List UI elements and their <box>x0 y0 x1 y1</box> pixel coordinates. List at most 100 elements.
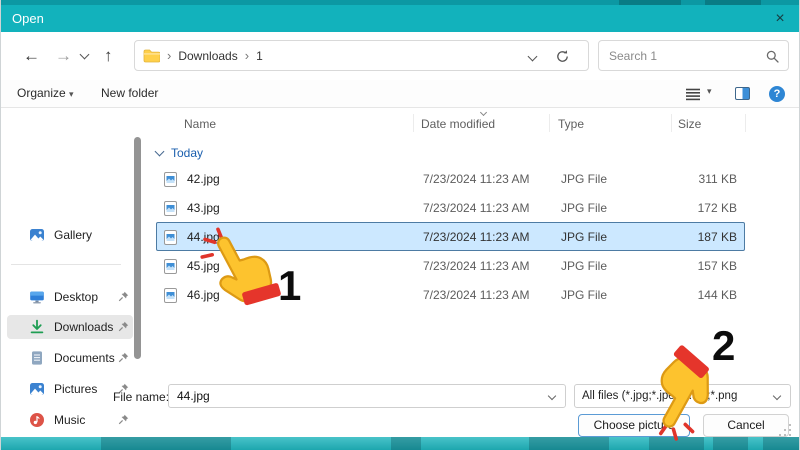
column-header-size[interactable]: Size <box>678 117 701 131</box>
file-type: JPG File <box>561 230 607 244</box>
downloads-icon <box>29 319 45 335</box>
sidebar-item-documents[interactable]: Documents <box>7 346 133 370</box>
file-name: 42.jpg <box>187 172 220 186</box>
column-divider <box>671 114 672 132</box>
up-icon[interactable]: ↑ <box>104 44 113 68</box>
sidebar-item-gallery[interactable]: Gallery <box>7 223 133 247</box>
step-2-label: 2 <box>712 322 735 370</box>
titlebar: Open × <box>1 5 800 32</box>
file-size: 172 KB <box>698 201 737 215</box>
sidebar-item-label: Gallery <box>54 228 92 242</box>
organize-button[interactable]: Organize ▾ <box>17 86 74 100</box>
search-box <box>598 40 789 71</box>
file-size: 157 KB <box>698 259 737 273</box>
file-type: JPG File <box>561 259 607 273</box>
background-window-segment <box>391 437 421 450</box>
file-size: 187 KB <box>698 230 737 244</box>
sidebar-item-label: Music <box>54 413 85 427</box>
pin-icon <box>118 291 129 302</box>
jpg-file-icon <box>164 172 177 190</box>
pin-icon <box>118 321 129 332</box>
breadcrumb-separator: › <box>167 48 171 63</box>
column-divider <box>745 114 746 132</box>
preview-pane-icon[interactable] <box>735 87 750 100</box>
file-date: 7/23/2024 11:23 AM <box>423 259 530 273</box>
file-date: 7/23/2024 11:23 AM <box>423 201 530 215</box>
background-window-segment <box>763 437 800 450</box>
help-icon[interactable]: ? <box>769 86 785 102</box>
file-size: 144 KB <box>698 288 737 302</box>
sidebar-item-label: Documents <box>54 351 115 365</box>
forward-icon[interactable]: → <box>55 44 72 68</box>
file-type: JPG File <box>561 201 607 215</box>
music-icon <box>29 412 45 428</box>
command-bar: Organize ▾ New folder ▾ ? <box>1 80 800 108</box>
file-date: 7/23/2024 11:23 AM <box>423 230 530 244</box>
documents-icon <box>29 350 45 366</box>
breadcrumb-downloads[interactable]: Downloads <box>178 49 237 63</box>
sidebar-item-label: Desktop <box>54 290 98 304</box>
column-divider <box>549 114 550 132</box>
file-date: 7/23/2024 11:23 AM <box>423 288 530 302</box>
sidebar-item-downloads[interactable]: Downloads <box>7 315 133 339</box>
column-header-type[interactable]: Type <box>558 117 584 131</box>
view-list-icon[interactable] <box>685 88 701 101</box>
jpg-file-icon <box>164 201 177 219</box>
group-header-today[interactable]: Today <box>156 146 203 160</box>
pin-icon <box>118 352 129 363</box>
file-type: JPG File <box>561 172 607 186</box>
history-chevron-icon[interactable] <box>80 50 90 60</box>
sidebar-item-label: Pictures <box>54 382 97 396</box>
group-label: Today <box>171 146 203 160</box>
step-1-label: 1 <box>278 262 301 310</box>
pin-icon <box>118 414 129 425</box>
column-header-date-modified[interactable]: Date modified <box>421 117 495 131</box>
file-type-dropdown-icon <box>773 392 781 400</box>
sidebar-item-desktop[interactable]: Desktop <box>7 285 133 309</box>
organize-caret-icon: ▾ <box>69 89 74 99</box>
file-size: 311 KB <box>699 172 737 186</box>
background-window-segment <box>101 437 231 450</box>
file-type: JPG File <box>561 288 607 302</box>
back-icon[interactable]: ← <box>23 44 40 68</box>
file-name-input[interactable] <box>177 386 537 406</box>
folder-icon <box>143 49 160 63</box>
refresh-icon[interactable] <box>555 49 570 64</box>
column-divider <box>413 114 414 132</box>
file-name-dropdown-icon[interactable] <box>548 392 556 400</box>
navigation-bar: ← → ↑ › Downloads › 1 <box>1 32 800 80</box>
resize-grip[interactable] <box>777 424 793 438</box>
jpg-file-icon <box>164 230 177 248</box>
file-row[interactable]: 42.jpg 7/23/2024 11:23 AM JPG File 311 K… <box>156 164 745 193</box>
search-input[interactable] <box>609 42 759 69</box>
sidebar-item-label: Downloads <box>54 320 113 334</box>
views-caret-icon[interactable]: ▾ <box>707 86 712 97</box>
sort-chevron-icon <box>480 109 487 116</box>
sidebar-scrollbar[interactable] <box>134 137 141 359</box>
background-window-segment <box>713 437 748 450</box>
file-name: 43.jpg <box>187 201 220 215</box>
window-title: Open <box>1 11 44 26</box>
file-name-label: File name: <box>113 390 169 404</box>
new-folder-button[interactable]: New folder <box>101 86 158 100</box>
group-collapse-icon[interactable] <box>155 147 165 157</box>
file-date: 7/23/2024 11:23 AM <box>423 172 530 186</box>
open-dialog: Open × ← → ↑ › Downloads › 1 <box>0 0 800 450</box>
column-header-row: Name Date modified Type Size <box>151 110 800 136</box>
jpg-file-icon <box>164 288 177 306</box>
breadcrumb-folder-1[interactable]: 1 <box>256 49 263 63</box>
breadcrumb-separator: › <box>245 48 249 63</box>
file-name-field <box>168 384 566 408</box>
gallery-icon <box>29 227 45 243</box>
column-header-name[interactable]: Name <box>184 117 216 131</box>
close-icon[interactable]: × <box>769 8 791 30</box>
address-bar[interactable]: › Downloads › 1 <box>134 40 589 71</box>
sidebar-item-music[interactable]: Music <box>7 408 133 432</box>
desktop-icon <box>29 289 45 305</box>
search-icon[interactable] <box>766 50 779 63</box>
pictures-icon <box>29 381 45 397</box>
jpg-file-icon <box>164 259 177 277</box>
background-window-segment <box>529 437 609 450</box>
address-dropdown-icon[interactable] <box>528 52 538 62</box>
sidebar: Gallery Desktop Downloads <box>1 109 149 437</box>
